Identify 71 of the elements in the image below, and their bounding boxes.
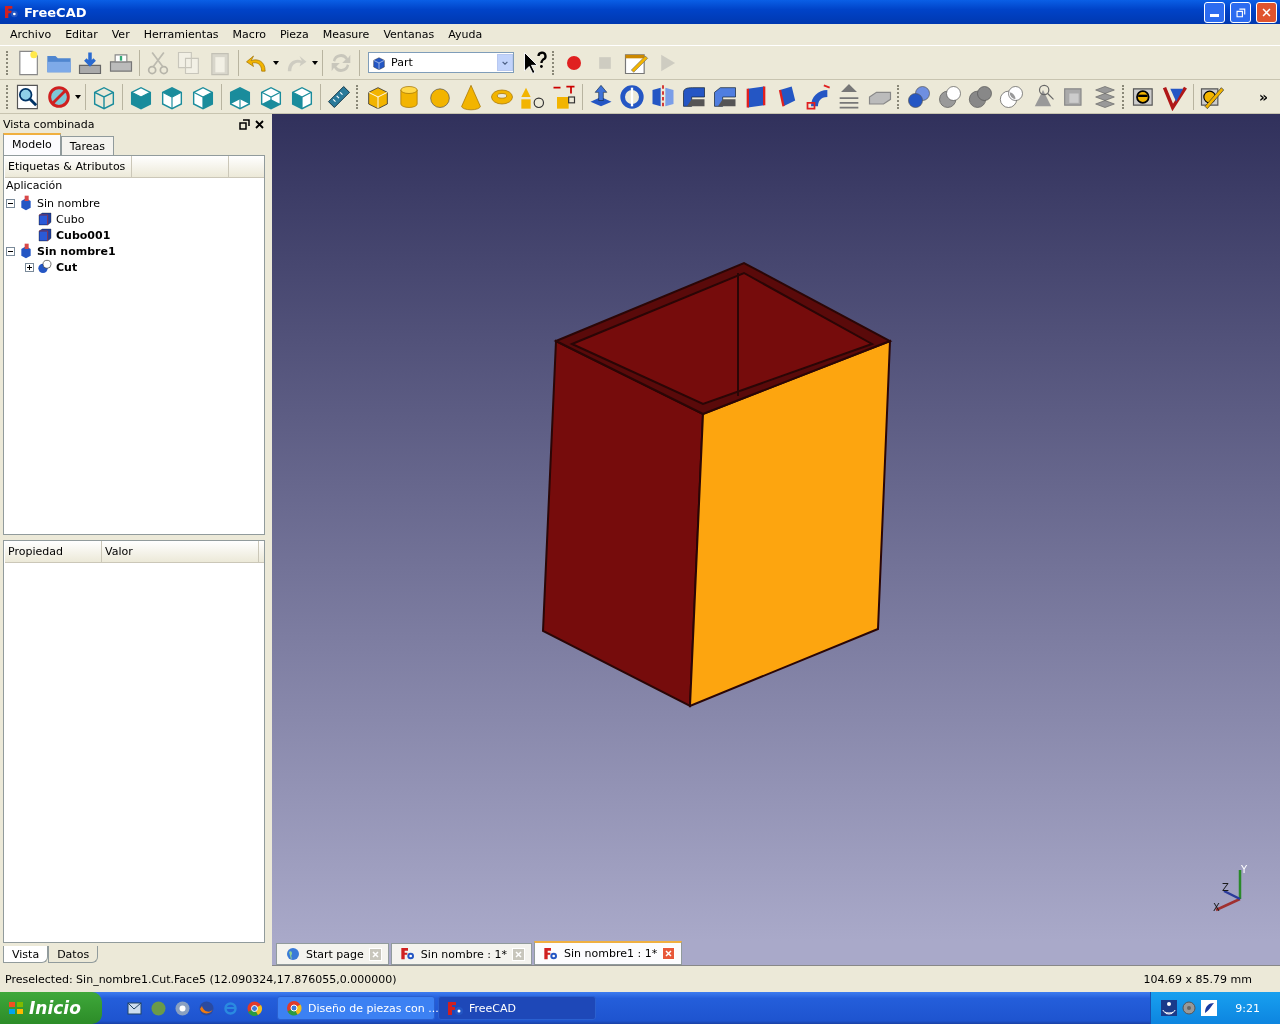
- panel-tab[interactable]: Modelo: [3, 133, 61, 156]
- cut-shape-icon: [37, 259, 53, 275]
- window-title: FreeCAD: [24, 4, 88, 20]
- 3d-viewport[interactable]: X Y Z: [272, 114, 1280, 941]
- tree-root-label: Aplicación: [6, 179, 64, 194]
- menu-item[interactable]: Macro: [225, 28, 273, 41]
- column-header: Valor: [102, 541, 259, 562]
- close-button[interactable]: [1256, 1, 1277, 23]
- collapse-icon[interactable]: [6, 246, 15, 256]
- revolve-icon[interactable]: [618, 82, 646, 111]
- email-icon[interactable]: [126, 999, 143, 1017]
- menu-item[interactable]: Ver: [104, 28, 137, 41]
- axis-triad-drawing: X Y Z: [1213, 864, 1248, 913]
- panel-tab[interactable]: Tareas: [60, 136, 114, 156]
- document-tab[interactable]: Sin nombre : 1*: [390, 943, 532, 965]
- tree-item[interactable]: Cubo: [56, 212, 85, 226]
- column-header: Propiedad: [5, 541, 102, 562]
- open-box-drawing[interactable]: [541, 261, 893, 708]
- cube-icon: [37, 211, 53, 227]
- chrome-icon: [286, 1000, 302, 1016]
- close-icon[interactable]: [254, 118, 265, 130]
- toolbar-overflow-button[interactable]: »: [1252, 87, 1274, 106]
- expand-icon[interactable]: [25, 262, 34, 272]
- chrome-icon[interactable]: [246, 999, 263, 1017]
- menu-item[interactable]: Measure: [315, 28, 377, 41]
- network-icon[interactable]: [1161, 1000, 1178, 1016]
- menu-item[interactable]: Herramientas: [136, 28, 226, 41]
- tree-item[interactable]: Sin nombre: [37, 196, 100, 210]
- firefox-icon[interactable]: [198, 999, 215, 1017]
- panel-tab[interactable]: Vista: [3, 946, 49, 963]
- windows-flag-icon: [8, 1000, 24, 1016]
- taskbar-button[interactable]: FreeCAD: [438, 996, 596, 1020]
- cube-icon: [37, 227, 53, 243]
- freecad-document-icon: [399, 946, 416, 962]
- start-button[interactable]: Inicio: [0, 992, 102, 1024]
- status-message: Preselected: Sin_nombre1.Cut.Face5 (12.090324,17.876055,0.000000): [5, 972, 397, 986]
- document-tab[interactable]: Start page: [276, 943, 389, 965]
- restore-icon: [1234, 5, 1247, 19]
- restore-button[interactable]: [1230, 1, 1251, 23]
- cube-icon: [371, 54, 387, 71]
- undock-icon[interactable]: [239, 118, 250, 130]
- workbench-dropdown[interactable]: Part: [368, 52, 514, 73]
- app-tray-icon[interactable]: [1201, 1000, 1218, 1016]
- document-icon: [18, 243, 34, 259]
- freecad-logo-icon: [3, 4, 19, 20]
- sweep-icon[interactable]: [804, 82, 832, 111]
- menu-item[interactable]: Ventanas: [376, 28, 442, 41]
- document-tab[interactable]: Sin nombre1 : 1*: [534, 941, 683, 965]
- collapse-icon[interactable]: [6, 198, 15, 208]
- menu-item[interactable]: Editar: [58, 28, 105, 41]
- tree-item[interactable]: Cubo001: [56, 228, 111, 242]
- caret-icon: [502, 60, 508, 65]
- menu-item[interactable]: Pieza: [272, 28, 316, 41]
- caret-icon[interactable]: [75, 94, 81, 99]
- tree-item[interactable]: Sin nombre1: [37, 244, 116, 258]
- menu-item[interactable]: Ayuda: [441, 28, 490, 41]
- clock: 9:21: [1235, 1001, 1260, 1015]
- app-icon[interactable]: [174, 999, 191, 1017]
- column-header: Etiquetas & Atributos: [5, 156, 132, 177]
- minimize-button[interactable]: [1204, 1, 1225, 23]
- dimensions-readout: 104.69 x 85.79 mm: [1143, 972, 1252, 986]
- tree-item[interactable]: Cut: [56, 260, 78, 274]
- caret-icon[interactable]: [273, 60, 279, 65]
- menu-item[interactable]: Archivo: [3, 28, 59, 41]
- panel-title: Vista combinada: [3, 117, 96, 131]
- caret-icon[interactable]: [312, 60, 318, 65]
- panel-tab[interactable]: Datos: [48, 946, 99, 963]
- minimize-icon: [1210, 13, 1219, 17]
- freecad-document-icon: [543, 945, 559, 962]
- freecad-logo-icon: [447, 1000, 463, 1016]
- document-icon: [18, 195, 34, 211]
